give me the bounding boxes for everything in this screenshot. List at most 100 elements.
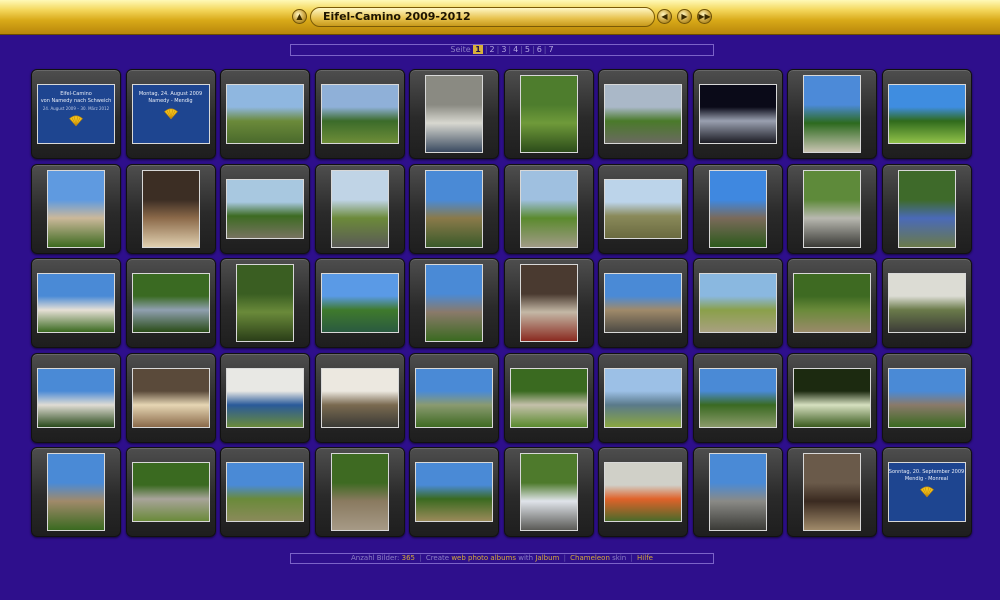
photo-thumbnail bbox=[320, 273, 399, 333]
thumbnail-tile[interactable] bbox=[692, 352, 783, 443]
thumbnail-tile[interactable] bbox=[125, 447, 216, 537]
thumbnail-tile[interactable]: Montag, 24. August 2009 Namedy - Mendig bbox=[125, 69, 216, 159]
thumbnail-tile[interactable] bbox=[598, 258, 688, 348]
photo-thumbnail bbox=[604, 273, 682, 333]
page-link-7[interactable]: 7 bbox=[549, 45, 554, 54]
thumbnail-tile[interactable] bbox=[787, 258, 877, 348]
page-link-4[interactable]: 4 bbox=[513, 45, 518, 54]
photo-thumbnail bbox=[793, 367, 871, 428]
title-card-text: Sonntag, 20. September 2009 bbox=[888, 469, 965, 475]
thumbnail-tile[interactable] bbox=[409, 352, 499, 443]
photo-thumbnail bbox=[887, 273, 966, 333]
photo-thumbnail bbox=[887, 84, 966, 144]
thumbnail-tile[interactable] bbox=[314, 69, 405, 159]
thumbnail-tile[interactable] bbox=[881, 69, 972, 159]
up-icon[interactable]: ▲ bbox=[292, 9, 307, 24]
photo-thumbnail bbox=[226, 367, 304, 428]
photo-thumbnail bbox=[509, 367, 588, 428]
thumbnail-tile[interactable] bbox=[692, 69, 783, 159]
thumbnail-tile[interactable] bbox=[598, 69, 688, 159]
thumbnail-tile[interactable] bbox=[881, 352, 972, 443]
photo-thumbnail bbox=[604, 84, 682, 144]
photo-thumbnail bbox=[425, 75, 483, 153]
photo-thumbnail bbox=[803, 75, 861, 153]
page-link-6[interactable]: 6 bbox=[537, 45, 542, 54]
photo-thumbnail bbox=[415, 367, 493, 428]
page-link-2[interactable]: 2 bbox=[490, 45, 495, 54]
photo-thumbnail bbox=[131, 367, 210, 428]
album-title: Eifel-Camino 2009-2012 bbox=[310, 7, 655, 27]
thumbnail-tile[interactable] bbox=[220, 447, 310, 537]
pager-separator: | bbox=[496, 45, 500, 54]
thumbnail-tile[interactable] bbox=[409, 258, 499, 348]
thumbnail-tile[interactable] bbox=[787, 69, 877, 159]
chameleon-link[interactable]: Chameleon bbox=[570, 554, 610, 562]
thumbnail-tile[interactable] bbox=[409, 163, 499, 254]
play-icon[interactable]: ▶ bbox=[677, 9, 692, 24]
thumbnail-tile[interactable] bbox=[220, 258, 310, 348]
next-icon[interactable]: ▶▶ bbox=[697, 9, 712, 24]
photo-thumbnail bbox=[793, 273, 871, 333]
thumbnail-tile[interactable] bbox=[314, 447, 405, 537]
thumbnail-tile[interactable] bbox=[598, 352, 688, 443]
help-link[interactable]: Hilfe bbox=[637, 554, 653, 562]
thumbnail-tile[interactable] bbox=[409, 447, 499, 537]
thumbnail-tile[interactable] bbox=[881, 163, 972, 254]
photo-thumbnail bbox=[604, 367, 682, 428]
thumbnail-tile[interactable] bbox=[314, 163, 405, 254]
thumbnail-tile[interactable] bbox=[409, 69, 499, 159]
scallop-shell-icon bbox=[919, 486, 935, 498]
thumbnail-tile[interactable] bbox=[31, 447, 121, 537]
photo-thumbnail bbox=[897, 169, 956, 248]
thumbnail-tile[interactable] bbox=[787, 447, 877, 537]
thumbnail-tile[interactable]: Sonntag, 20. September 2009 Mendig - Monr… bbox=[881, 447, 972, 537]
page-link-3[interactable]: 3 bbox=[501, 45, 506, 54]
web-albums-link[interactable]: web photo albums bbox=[451, 554, 516, 562]
photo-thumbnail bbox=[708, 453, 767, 531]
thumbnail-tile[interactable] bbox=[787, 352, 877, 443]
thumbnail-tile[interactable] bbox=[125, 258, 216, 348]
thumbnail-tile[interactable] bbox=[125, 163, 216, 254]
thumbnail-tile[interactable] bbox=[314, 258, 405, 348]
thumbnail-tile[interactable] bbox=[31, 258, 121, 348]
thumbnail-tile[interactable] bbox=[503, 447, 594, 537]
page-link-5[interactable]: 5 bbox=[525, 45, 530, 54]
scallop-shell-icon bbox=[163, 108, 179, 120]
prev-icon[interactable]: ◀ bbox=[657, 9, 672, 24]
thumbnail-tile[interactable] bbox=[598, 447, 688, 537]
thumbnail-tile[interactable] bbox=[692, 447, 783, 537]
photo-thumbnail bbox=[37, 367, 115, 428]
photo-thumbnail bbox=[236, 264, 294, 342]
photo-thumbnail bbox=[604, 178, 682, 239]
thumbnail-tile[interactable] bbox=[787, 163, 877, 254]
image-count-value: 365 bbox=[401, 554, 415, 562]
thumbnail-tile[interactable] bbox=[692, 163, 783, 254]
thumbnail-tile[interactable] bbox=[503, 352, 594, 443]
thumbnail-tile[interactable] bbox=[220, 69, 310, 159]
thumbnail-tile[interactable] bbox=[31, 352, 121, 443]
pager-separator: | bbox=[520, 45, 523, 54]
title-card-text: Namedy - Mendig bbox=[148, 98, 193, 104]
thumbnail-tile[interactable] bbox=[881, 258, 972, 348]
jalbum-link[interactable]: Jalbum bbox=[535, 554, 559, 562]
thumbnail-tile[interactable] bbox=[220, 163, 310, 254]
photo-thumbnail bbox=[330, 169, 389, 248]
thumbnail-tile[interactable] bbox=[31, 163, 121, 254]
page-navigator: Seite 1 | 2 | 3 | 4 | 5 | 6 | 7 bbox=[290, 44, 714, 56]
thumbnail-grid: Eifel-Camino von Namedy nach Schweich 24. … bbox=[31, 69, 972, 537]
thumbnail-tile[interactable] bbox=[125, 352, 216, 443]
thumbnail-tile[interactable]: Eifel-Camino von Namedy nach Schweich 24. … bbox=[31, 69, 121, 159]
thumbnail-tile[interactable] bbox=[503, 69, 594, 159]
thumbnail-tile[interactable] bbox=[503, 163, 594, 254]
title-card: Montag, 24. August 2009 Namedy - Mendig bbox=[131, 84, 210, 144]
photo-thumbnail bbox=[47, 453, 105, 531]
thumbnail-tile[interactable] bbox=[220, 352, 310, 443]
thumbnail-tile[interactable] bbox=[314, 352, 405, 443]
title-card-text: Mendig - Monreal bbox=[904, 476, 949, 482]
thumbnail-tile[interactable] bbox=[503, 258, 594, 348]
photo-thumbnail bbox=[519, 453, 578, 531]
page-link-1[interactable]: 1 bbox=[473, 45, 483, 54]
title-card: Eifel-Camino von Namedy nach Schweich 24. … bbox=[37, 84, 115, 144]
thumbnail-tile[interactable] bbox=[598, 163, 688, 254]
thumbnail-tile[interactable] bbox=[692, 258, 783, 348]
